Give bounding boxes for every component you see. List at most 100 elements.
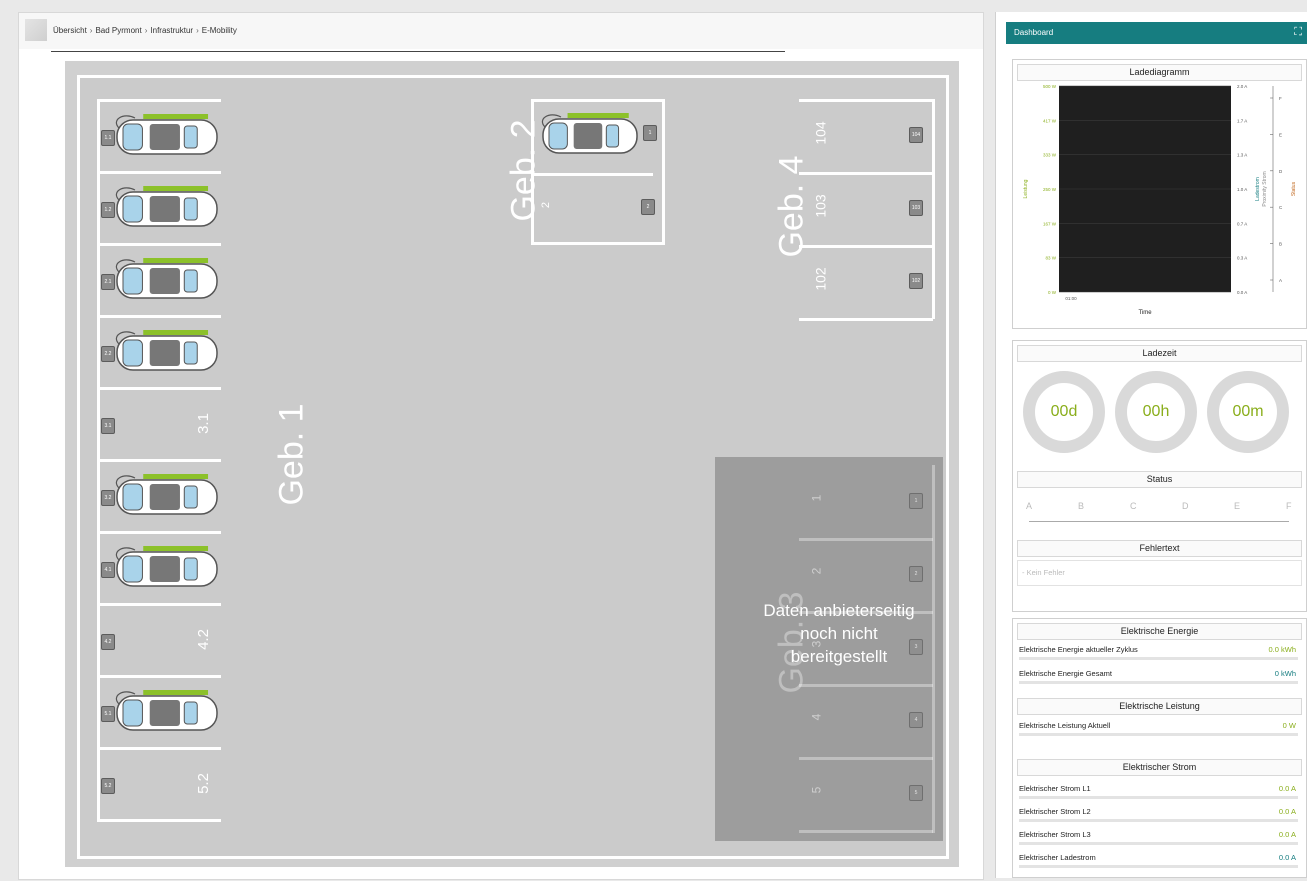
status-axis — [1029, 521, 1289, 522]
y-left-tick-label: 250 W — [1043, 187, 1057, 192]
row-value: 0.0 A — [1278, 807, 1296, 816]
row-label: Elektrischer Strom L2 — [1019, 807, 1091, 816]
ladezeit-minutes: 00m — [1207, 371, 1289, 453]
y-left-axis-label: Leistung — [1023, 179, 1029, 198]
row-value: 0 W — [1282, 721, 1296, 730]
spot-divider-line — [799, 318, 933, 321]
geb4-label: Geb. 4 — [772, 155, 811, 258]
ladezeit-title: Ladezeit — [1017, 345, 1302, 362]
spot-divider-line — [531, 242, 665, 245]
row-label: Elektrische Energie aktueller Zyklus — [1019, 645, 1138, 654]
spot-tag[interactable]: 103 — [909, 200, 923, 216]
spot-tag[interactable]: 102 — [909, 273, 923, 289]
row-label: Elektrischer Strom L3 — [1019, 830, 1091, 839]
leistung-title: Elektrische Leistung — [1017, 698, 1302, 715]
row-label: Elektrischer Strom L1 — [1019, 784, 1091, 793]
fehlertext-title: Fehlertext — [1017, 540, 1302, 557]
status-step: B — [1078, 501, 1085, 511]
y-left-tick-label: 167 W — [1043, 221, 1057, 226]
spot-number: 5.2 — [194, 773, 212, 794]
energie-row-gesamt: Elektrische Energie Gesamt 0 kWh — [1017, 665, 1298, 685]
spot-divider-line — [799, 245, 933, 248]
spot-tag[interactable]: 2 — [909, 566, 923, 582]
expand-icon[interactable]: ⛶ — [1294, 26, 1302, 39]
spot-number: 103 — [812, 194, 829, 218]
car-icon — [115, 114, 218, 155]
spot-number: 102 — [812, 267, 829, 291]
strom-row-l1: Elektrischer Strom L1 0.0 A — [1017, 780, 1298, 800]
car-icon — [115, 474, 218, 515]
status-step: D — [1182, 501, 1189, 511]
energie-row-zyklus: Elektrische Energie aktueller Zyklus 0.0… — [1017, 641, 1298, 661]
spot-divider-line — [97, 99, 221, 102]
spot-divider-line — [799, 830, 933, 833]
x-axis-label: Time — [1138, 310, 1152, 316]
car-icon — [115, 186, 218, 227]
y-right-tick-label: 0.7 A — [1237, 221, 1247, 226]
spot-divider-line — [97, 603, 221, 606]
geb3-notice: Daten anbieterseitig noch nicht bereitge… — [763, 601, 915, 666]
car-icon — [115, 258, 218, 299]
leistung-row-aktuell: Elektrische Leistung Aktuell 0 W — [1017, 717, 1298, 737]
status-tick-label: A — [1279, 278, 1282, 283]
spot-divider-line — [799, 99, 933, 102]
dashboard-panel: Dashboard ⛶ Ladediagramm 0 W 0.0 A 83 W 0.3… — [995, 12, 1307, 878]
y-right-tick-label: 2.0 A — [1237, 84, 1247, 89]
row-label: Elektrischer Ladestrom — [1019, 853, 1096, 862]
spot-tag[interactable]: 2 — [641, 199, 655, 215]
y-left-tick-label: 500 W — [1043, 84, 1057, 89]
row-bar — [1019, 733, 1298, 736]
strom-row-ladestrom: Elektrischer Ladestrom 0.0 A — [1017, 849, 1298, 869]
spot-tag[interactable]: 3.1 — [101, 418, 115, 434]
spot-tag[interactable]: 4 — [909, 712, 923, 728]
spot-number: 1 — [809, 494, 824, 502]
car-icon — [115, 330, 218, 371]
spot-divider-line — [932, 99, 935, 319]
spot-divider-line — [799, 172, 933, 175]
dashboard-title: Dashboard — [1014, 28, 1054, 37]
ladediagramm-chart: 0 W 0.0 A 83 W 0.3 A 167 W 0.7 A 250 W 1.0 A 333… — [1023, 84, 1297, 316]
row-label: Elektrische Energie Gesamt — [1019, 669, 1112, 678]
y-right-tick-label: 1.7 A — [1237, 118, 1247, 123]
y-left-tick-label: 333 W — [1043, 153, 1057, 158]
spot-divider-line — [932, 465, 935, 833]
row-bar — [1019, 657, 1298, 660]
parking-layer: 1.1 1.2 2.1 2.2 3.1 3.1 3.2 4.1 4.2 4.2 5.1 5.2 5.2 1… — [19, 13, 983, 879]
fehlertext-box: - Kein Fehler — [1017, 560, 1302, 586]
spot-tag[interactable]: 5.2 — [101, 778, 115, 794]
spot-number: 2 — [809, 567, 824, 575]
spot-divider-line — [97, 315, 221, 318]
spot-divider-line — [97, 171, 221, 174]
ladezeit-days: 00d — [1023, 371, 1105, 453]
row-bar — [1019, 865, 1298, 868]
spot-divider-line — [97, 819, 221, 822]
spot-tag[interactable]: 4.2 — [101, 634, 115, 650]
y-right-tick-label: 1.3 A — [1237, 153, 1247, 158]
status-step: A — [1026, 501, 1033, 511]
spot-divider-line — [799, 757, 933, 760]
dashboard-header: Dashboard ⛶ — [1006, 22, 1307, 44]
status-scale: A B C D E F — [1026, 497, 1292, 527]
x-tick-label: 01:00 — [1065, 296, 1077, 301]
chart-card: Ladediagramm 0 W 0.0 A 83 W 0.3 A 167 W 0.7 A… — [1012, 59, 1307, 329]
spot-number: 4.2 — [194, 629, 212, 650]
map-panel: Übersicht › Bad Pyrmont › Infrastruktur › E-Mo… — [18, 12, 984, 880]
status-step: C — [1130, 501, 1137, 511]
spot-tag[interactable]: 104 — [909, 127, 923, 143]
spot-divider-line — [799, 538, 933, 541]
spot-tag[interactable]: 1 — [643, 125, 657, 141]
spot-divider-line — [97, 387, 221, 390]
spot-number: 3.1 — [194, 413, 212, 434]
measurement-card: Elektrische Energie Elektrische Energie … — [1012, 618, 1307, 878]
row-value: 0 kWh — [1274, 669, 1296, 678]
status-tick-label: D — [1279, 169, 1283, 174]
y-left-tick-label: 0 W — [1048, 290, 1057, 295]
spot-divider-line — [97, 243, 221, 246]
row-value: 0.0 kWh — [1268, 645, 1296, 654]
spot-divider-line — [97, 747, 221, 750]
spot-tag[interactable]: 1 — [909, 493, 923, 509]
ladezeit-hours: 00h — [1115, 371, 1197, 453]
spot-tag[interactable]: 5 — [909, 785, 923, 801]
row-bar — [1019, 681, 1298, 684]
y-left-tick-label: 417 W — [1043, 118, 1057, 123]
